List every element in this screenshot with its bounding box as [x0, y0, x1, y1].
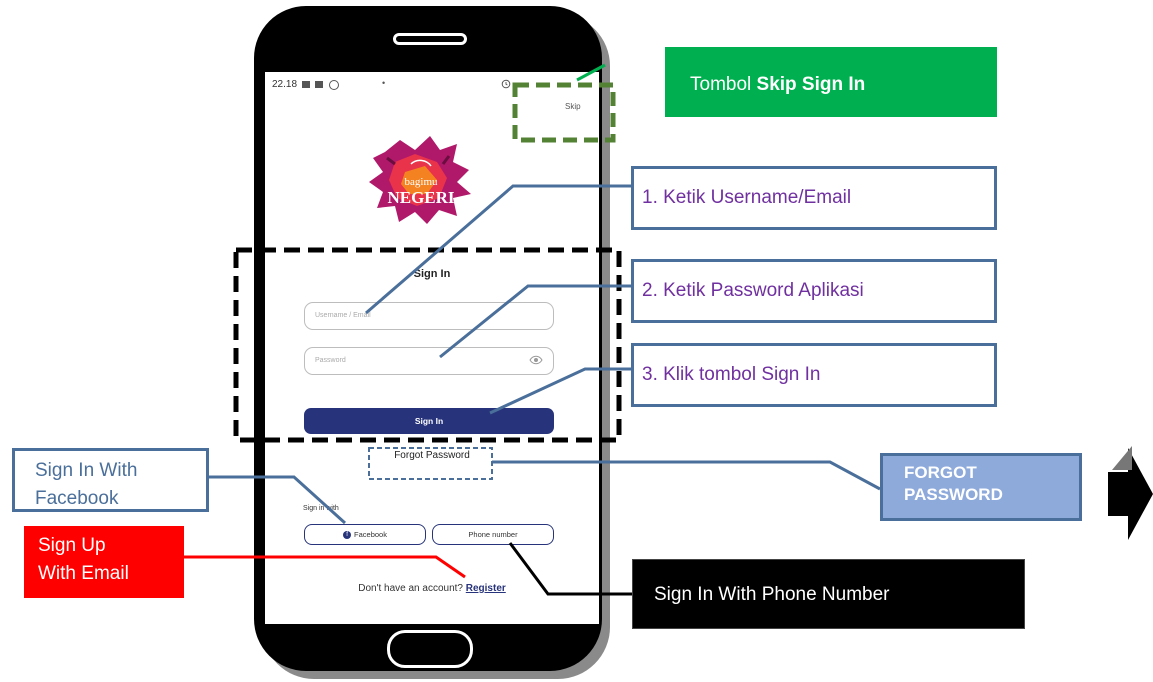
facebook-connector — [209, 475, 347, 525]
phone-connector — [508, 542, 632, 596]
callout-signin-facebook-line2: Facebook — [35, 488, 119, 509]
skip-connector — [576, 63, 606, 82]
forgot-connector — [492, 460, 881, 491]
callout-step2: 2. Ketik Password Aplikasi — [631, 259, 997, 323]
callout-signup-line1: Sign Up — [38, 535, 106, 556]
next-arrow-icon — [1108, 446, 1153, 540]
callout-skip-prefix: Tombol — [690, 74, 757, 95]
skip-highlight-box — [512, 82, 616, 143]
callout-step3: 3. Klik tombol Sign In — [631, 343, 997, 407]
callout-signin-facebook-line1: Sign In With — [35, 460, 138, 481]
callout-forgot-line1: FORGOT — [904, 463, 977, 482]
callout-forgot-line2: PASSWORD — [904, 485, 1003, 504]
step3-connector — [489, 367, 631, 415]
signin-form-highlight-box — [233, 247, 622, 443]
callout-signin-phone: Sign In With Phone Number — [632, 559, 1025, 629]
callout-skip-bold: Skip Sign In — [756, 74, 866, 95]
step2-connector — [439, 284, 631, 359]
callout-signup-line2: With Email — [38, 563, 129, 584]
callout-signup-email: Sign Up With Email — [24, 526, 184, 598]
callout-step1: 1. Ketik Username/Email — [631, 166, 997, 230]
signup-connector — [184, 555, 466, 579]
callout-skip: Tombol Skip Sign In — [665, 47, 997, 117]
callout-signin-facebook: Sign In With Facebook — [12, 448, 209, 512]
forgot-password-highlight-box — [368, 447, 493, 480]
callout-forgot-password: FORGOT PASSWORD — [880, 453, 1082, 521]
